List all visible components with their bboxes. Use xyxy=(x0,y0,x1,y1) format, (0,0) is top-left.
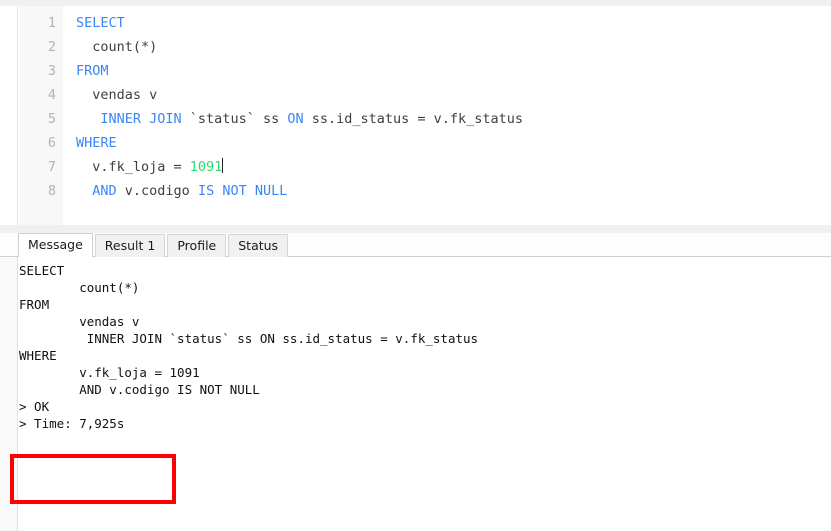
editor-body[interactable]: 1 2 3 4 5 6 7 8 SELECT count(*) FROM vendas v IN… xyxy=(19,6,831,225)
sql-code-line[interactable]: INNER JOIN `status` ss ON ss.id_status =… xyxy=(76,107,831,131)
sql-token-plain xyxy=(76,111,100,127)
editor-line-number: 2 xyxy=(47,39,56,55)
results-tab-list: Message Result 1 Profile Status xyxy=(18,233,290,257)
results-tab-bar: Message Result 1 Profile Status xyxy=(0,233,831,257)
tab-status[interactable]: Status xyxy=(228,234,289,257)
editor-line-number: 1 xyxy=(47,15,56,31)
tab-message[interactable]: Message xyxy=(18,233,93,257)
text-caret xyxy=(222,158,224,173)
editor-line-number: 7 xyxy=(47,159,56,175)
tab-profile[interactable]: Profile xyxy=(167,234,227,257)
sql-token-kw: FROM xyxy=(76,63,109,79)
tab-result-1[interactable]: Result 1 xyxy=(94,234,166,257)
sql-code-line[interactable]: AND v.codigo IS NOT NULL xyxy=(76,179,831,203)
sql-code-line[interactable]: SELECT xyxy=(76,11,831,35)
message-output-line: INNER JOIN `status` ss ON ss.id_status =… xyxy=(19,331,479,346)
sql-editor-pane[interactable]: 1 2 3 4 5 6 7 8 SELECT count(*) FROM vendas v IN… xyxy=(0,6,831,225)
message-output-line: WHERE xyxy=(19,348,57,363)
sql-token-plain: vendas v xyxy=(76,87,158,103)
editor-line-number: 6 xyxy=(47,135,56,151)
message-output-line: > OK xyxy=(19,399,50,414)
message-output-line: v.fk_loja = 1091 xyxy=(19,365,200,380)
sql-token-kw: IS NOT NULL xyxy=(197,183,288,199)
sql-token-kw: SELECT xyxy=(76,15,125,31)
editor-left-margin xyxy=(0,6,18,225)
message-output-line: FROM xyxy=(19,297,50,312)
sql-code-area[interactable]: SELECT count(*) FROM vendas v INNER JOIN … xyxy=(63,6,831,225)
sql-code-line[interactable]: v.fk_loja = 1091 xyxy=(76,155,831,179)
sql-code-line[interactable]: WHERE xyxy=(76,131,831,155)
sql-token-num: 1091 xyxy=(189,159,223,175)
sql-token-plain: ss.id_status = v.fk_status xyxy=(303,111,524,127)
editor-line-number: 3 xyxy=(47,63,56,79)
sql-token-plain xyxy=(76,183,92,199)
pane-splitter[interactable] xyxy=(0,225,831,233)
editor-line-number: 5 xyxy=(47,111,56,127)
sql-token-kw: WHERE xyxy=(76,135,117,151)
message-output-line: vendas v xyxy=(19,314,140,329)
message-output-text[interactable]: SELECT count(*) FROM vendas v INNER JOIN … xyxy=(19,262,831,531)
sql-token-plain: `status` ss xyxy=(181,111,288,127)
message-output-line: SELECT xyxy=(19,263,65,278)
message-output-line: count(*) xyxy=(19,280,140,295)
sql-code-line[interactable]: FROM xyxy=(76,59,831,83)
editor-line-number: 8 xyxy=(47,183,56,199)
sql-code-line[interactable]: count(*) xyxy=(76,35,831,59)
sql-token-plain: v.fk_loja = xyxy=(76,159,190,175)
sql-token-plain: v.codigo xyxy=(116,183,198,199)
sql-token-kw: ON xyxy=(287,111,304,127)
editor-line-number-gutter: 1 2 3 4 5 6 7 8 xyxy=(19,6,63,225)
sql-token-kw: AND xyxy=(92,183,117,199)
message-output-line: AND v.codigo IS NOT NULL xyxy=(19,382,260,397)
editor-line-number: 4 xyxy=(47,87,56,103)
message-output-line: > Time: 7,925s xyxy=(19,416,125,431)
message-output-pane[interactable]: SELECT count(*) FROM vendas v INNER JOIN … xyxy=(0,257,831,531)
message-left-margin xyxy=(0,257,18,531)
sql-token-kw: INNER JOIN xyxy=(100,111,182,127)
sql-token-plain: count(*) xyxy=(76,39,158,55)
sql-code-line[interactable]: vendas v xyxy=(76,83,831,107)
